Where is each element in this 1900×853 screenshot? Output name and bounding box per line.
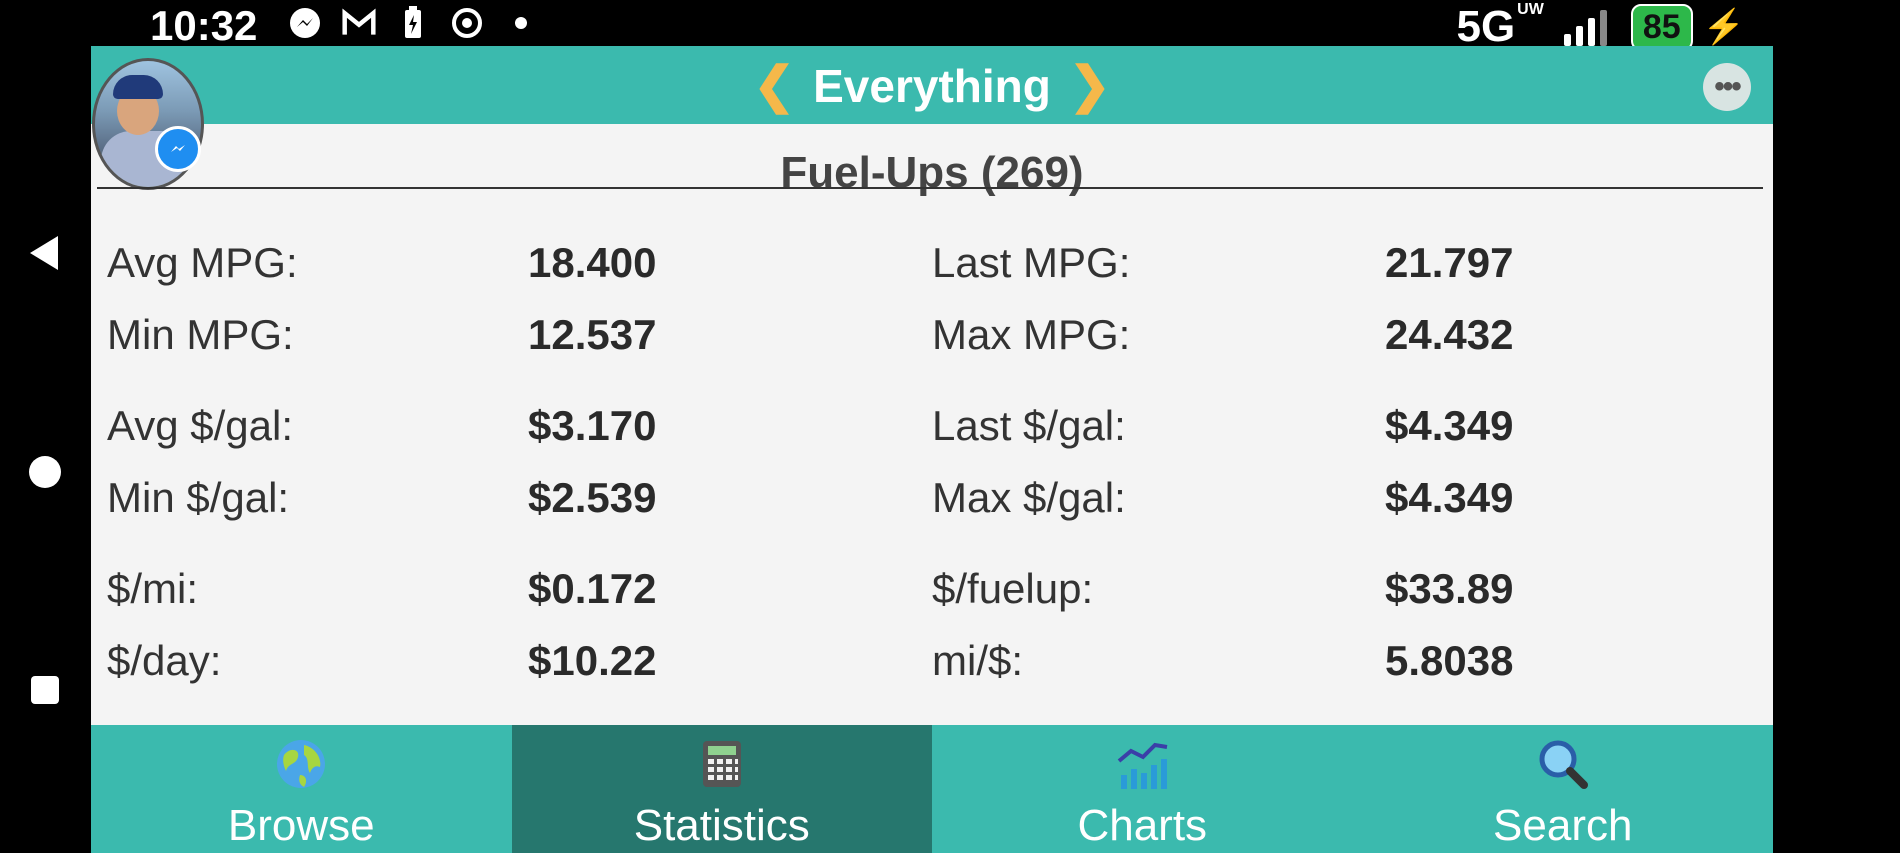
stat-value: 12.537 xyxy=(528,311,657,358)
tab-label: Browse xyxy=(227,801,375,850)
header: ❮ Everything ❯ ••• xyxy=(91,46,1773,124)
section-title: Fuel-Ups (269) xyxy=(780,148,1084,197)
stat-label: Min MPG: xyxy=(107,311,294,358)
stat-value: $4.349 xyxy=(1385,402,1514,449)
stat-value: $33.89 xyxy=(1385,565,1514,612)
notification-icons xyxy=(288,6,538,40)
app-window: ❮ Everything ❯ ••• Fuel-Ups (269) Avg MPG:… xyxy=(91,46,1773,853)
network-type: 5G UW xyxy=(1456,1,1544,52)
bottom-tab-bar: Browse Statistics Charts Search xyxy=(91,725,1773,853)
dot-icon xyxy=(504,6,538,40)
vehicle-selector: ❮ Everything ❯ xyxy=(91,56,1773,114)
globe-icon xyxy=(277,740,326,788)
stat-label: Min $/gal: xyxy=(107,474,290,521)
tab-charts[interactable]: Charts xyxy=(932,725,1353,853)
stat-value: 21.797 xyxy=(1385,239,1514,286)
tab-label: Charts xyxy=(1077,801,1208,850)
divider xyxy=(97,187,1763,189)
stat-label: $/fuelup: xyxy=(932,565,1094,612)
stat-value: $4.349 xyxy=(1385,474,1514,521)
stat-value: 5.8038 xyxy=(1385,637,1514,684)
stat-label: Max MPG: xyxy=(932,311,1131,358)
magnifier-icon xyxy=(1539,740,1588,789)
tab-label: Statistics xyxy=(633,801,810,850)
stat-value: $2.539 xyxy=(528,474,657,521)
stat-label: $/mi: xyxy=(107,565,199,612)
charging-icon: ⚡ xyxy=(1702,8,1745,46)
stat-label: Max $/gal: xyxy=(932,474,1126,521)
vehicle-title: Everything xyxy=(813,60,1051,112)
system-indicators: 5G UW 85 ⚡ xyxy=(1456,2,1745,52)
stat-label: Last MPG: xyxy=(932,239,1131,286)
tab-browse[interactable]: Browse xyxy=(91,725,512,853)
stat-value: $0.172 xyxy=(528,565,657,612)
gmail-icon xyxy=(342,6,376,40)
battery-saver-icon xyxy=(396,6,430,40)
more-options-button[interactable]: ••• xyxy=(1703,63,1751,111)
prev-vehicle-button[interactable]: ❮ xyxy=(753,57,795,113)
next-vehicle-button[interactable]: ❯ xyxy=(1069,57,1111,113)
stat-label: Avg $/gal: xyxy=(107,402,294,449)
stat-value: $3.170 xyxy=(528,402,657,449)
stat-label: mi/$: xyxy=(932,637,1024,684)
back-icon[interactable] xyxy=(30,236,58,270)
tab-search[interactable]: Search xyxy=(1352,725,1773,853)
status-bar: 10:32 5G UW 85 ⚡ xyxy=(0,0,1900,52)
calculator-icon xyxy=(702,741,741,787)
messenger-icon xyxy=(288,6,322,40)
status-time: 10:32 xyxy=(150,2,258,49)
tab-statistics[interactable]: Statistics xyxy=(511,725,932,853)
chrome-icon xyxy=(450,6,484,40)
stat-value: 24.432 xyxy=(1385,311,1514,358)
tab-label: Search xyxy=(1493,801,1633,850)
home-icon[interactable] xyxy=(29,456,61,488)
stat-label: $/day: xyxy=(107,637,222,684)
signal-icon xyxy=(1563,8,1607,46)
battery-level: 85 xyxy=(1630,3,1693,51)
stat-label: Avg MPG: xyxy=(107,239,298,286)
stat-value: 18.400 xyxy=(528,239,657,286)
stat-label: Last $/gal: xyxy=(932,402,1126,449)
navigation-bar xyxy=(0,46,91,853)
chart-icon xyxy=(1117,742,1168,789)
stat-value: $10.22 xyxy=(528,637,657,684)
recents-icon[interactable] xyxy=(31,676,59,704)
